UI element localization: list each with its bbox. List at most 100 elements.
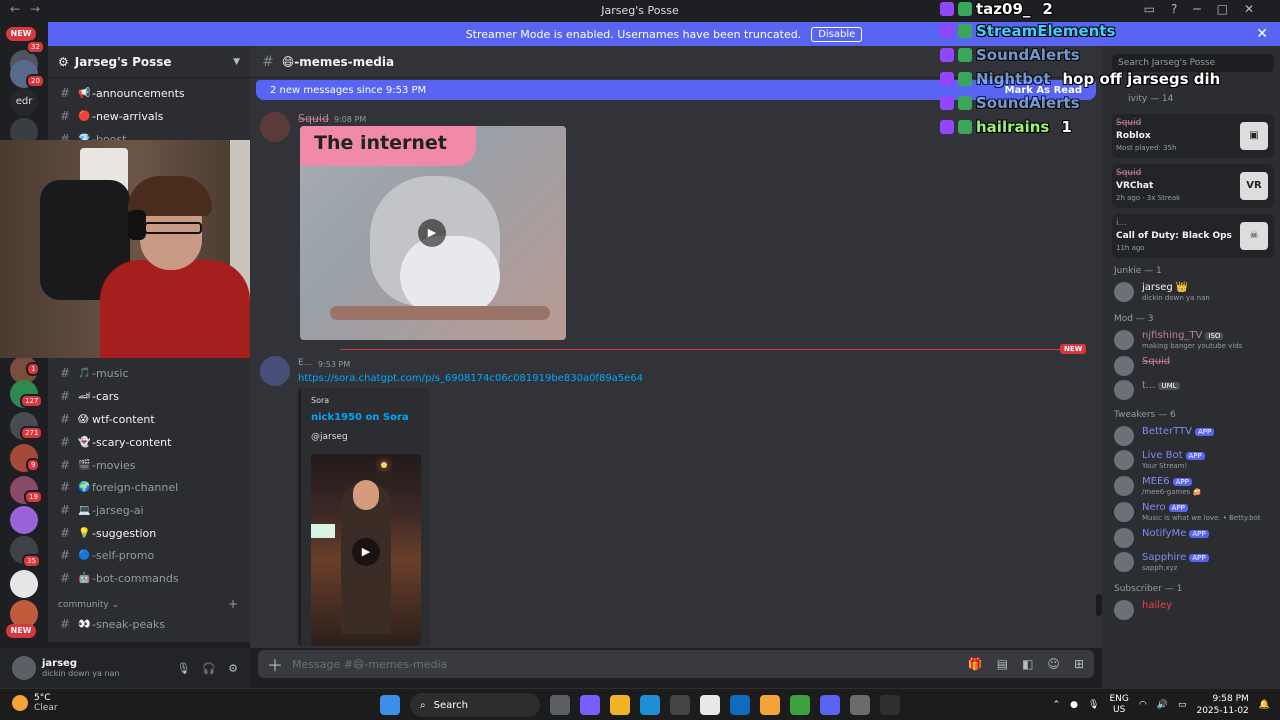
microphone-icon[interactable]: 🎙	[176, 662, 190, 675]
overlay-alert-row: StreamElements	[940, 22, 1127, 40]
channel-item[interactable]: # 💻 -jarseg-ai	[56, 499, 242, 521]
member-item[interactable]: S̶q̶u̶i̶d̶	[1112, 354, 1274, 378]
store-icon[interactable]	[670, 695, 690, 715]
member-status: sapph.xyz	[1142, 564, 1178, 572]
hash-icon: #	[60, 617, 71, 631]
embed-provider: Sora	[311, 396, 330, 405]
weather-widget[interactable]: 5°C Clear	[12, 693, 58, 713]
microphone-icon[interactable]: 🎙	[1088, 700, 1099, 710]
gift-icon[interactable]: 🎁	[968, 657, 983, 671]
activity-card[interactable]: S̶q̶u̶i̶d̶ VRChat 2h ago · 3x Streak VR	[1112, 164, 1274, 208]
channel-item[interactable]: # 📢 -announcements	[56, 82, 242, 104]
xbox-icon[interactable]	[790, 695, 810, 715]
headphones-icon[interactable]: 🎧	[202, 662, 216, 675]
channel-item[interactable]: # 🤖 -bot-commands	[56, 567, 242, 589]
activity-card[interactable]: i... Call of Duty: Black Ops 11h ago ☠	[1112, 214, 1274, 258]
clock[interactable]: 9:58 PM 2025-11-02	[1196, 693, 1248, 717]
overlay-username: SoundAlerts	[976, 94, 1080, 112]
hash-icon: #	[60, 412, 71, 426]
sticker-icon[interactable]: ◧	[1022, 657, 1033, 671]
chevron-up-icon[interactable]: ⌃	[1053, 700, 1061, 710]
channel-emoji: 👀	[78, 618, 91, 630]
member-item[interactable]: t... UML	[1112, 378, 1274, 402]
guild-header[interactable]: ⚙ Jarseg's Posse ▼	[48, 46, 250, 78]
add-channel-icon[interactable]: +	[228, 597, 238, 611]
member-item[interactable]: MEE6 APP/mee6-games 🍰	[1112, 474, 1274, 498]
channel-item[interactable]: # 🌍 foreign-channel	[56, 476, 242, 498]
member-item[interactable]: NotifyMe APP	[1112, 526, 1274, 550]
volume-icon[interactable]: 🔊	[1157, 700, 1168, 710]
category-community[interactable]: community ⌄	[58, 600, 119, 610]
channel-emoji: 💻	[78, 504, 91, 516]
channel-item[interactable]: # 😱 wtf-content	[56, 408, 242, 430]
mention-badge: 271	[20, 426, 44, 440]
member-item[interactable]: BetterTTV APP	[1112, 424, 1274, 448]
edge-icon[interactable]	[640, 695, 660, 715]
app-tag: APP	[1189, 554, 1209, 562]
new-unread-pill[interactable]: NEW	[6, 27, 36, 41]
taskbar-search[interactable]: ⌕ Search	[410, 693, 540, 717]
channel-item[interactable]: # 💡 -suggestion	[56, 522, 242, 544]
category-label: community	[58, 600, 109, 610]
member-item[interactable]: njfishing_TV ISO making banger youtube vid…	[1112, 328, 1274, 352]
member-item[interactable]: Live Bot APP Your Stream!	[1112, 448, 1274, 472]
chrome-icon[interactable]	[700, 695, 720, 715]
message-input[interactable]	[292, 657, 892, 671]
app-icon[interactable]	[850, 695, 870, 715]
discord-icon[interactable]	[820, 695, 840, 715]
play-icon[interactable]: ▶	[418, 219, 446, 247]
language-indicator[interactable]: ENG US	[1109, 694, 1128, 716]
user-info[interactable]: jarseg dickin down ya nan	[42, 658, 120, 678]
channel-emoji: 👻	[78, 436, 91, 448]
channel-item[interactable]: # 🎬 -movies	[56, 454, 242, 476]
task-view-icon[interactable]	[550, 695, 570, 715]
gear-icon[interactable]: ⚙	[228, 662, 238, 675]
gif-icon[interactable]: ▤	[997, 657, 1008, 671]
app-tag: APP	[1168, 504, 1188, 512]
copilot-icon[interactable]	[580, 695, 600, 715]
file-explorer-icon[interactable]	[610, 695, 630, 715]
member-status: dickin down ya nan	[1142, 294, 1210, 302]
server-icon[interactable]	[10, 506, 38, 534]
tray-app-icon[interactable]: ●	[1070, 700, 1078, 710]
battery-icon[interactable]: ▭	[1178, 700, 1187, 710]
avatar[interactable]	[12, 656, 36, 680]
add-attachment-icon[interactable]: ＋	[258, 652, 292, 676]
gif-attachment[interactable]: The internet ▶	[300, 126, 566, 340]
mention-badge: 9	[26, 458, 41, 472]
channel-item[interactable]: # 🏎 -cars	[56, 385, 242, 407]
sora-link[interactable]: https://sora.chatgpt.com/p/s_6908174c06c…	[298, 373, 643, 384]
member-item[interactable]: Nero APP Music is what we love. • Betty.bo…	[1112, 500, 1274, 524]
disable-streamer-mode-button[interactable]: Disable	[811, 26, 863, 42]
apps-icon[interactable]: ⊞	[1074, 657, 1084, 671]
terminal-icon[interactable]	[880, 695, 900, 715]
avatar[interactable]	[260, 356, 290, 386]
windows-start-icon[interactable]	[380, 695, 400, 715]
embed-title[interactable]: nick1950 on Sora	[311, 412, 409, 423]
channel-emoji: 🔵	[78, 549, 91, 561]
new-unread-pill[interactable]: NEW	[6, 624, 36, 638]
outlook-icon[interactable]	[730, 695, 750, 715]
member-item[interactable]: jarseg 👑 dickin down ya nan	[1112, 280, 1274, 304]
emoji-icon[interactable]: ☺	[1047, 657, 1060, 671]
taskbar-apps: ⌕ Search	[380, 693, 900, 717]
channel-item[interactable]: # 👻 -scary-content	[56, 431, 242, 453]
channel-item[interactable]: # 🔴 -new-arrivals	[56, 105, 242, 127]
app-icon[interactable]	[760, 695, 780, 715]
channel-item[interactable]: # 🔵 -self-promo	[56, 544, 242, 566]
message-author[interactable]: E...	[298, 358, 312, 368]
channel-sneak-peaks[interactable]: # 👀 -sneak-peaks	[56, 613, 242, 635]
composer-tools: 🎁 ▤ ◧ ☺ ⊞	[968, 657, 1084, 671]
notification-icon[interactable]: 🔔	[1259, 700, 1270, 710]
server-icon-edr[interactable]: edr	[10, 88, 38, 116]
member-item[interactable]: hailey	[1112, 598, 1274, 622]
server-icon[interactable]	[10, 570, 38, 598]
embed-video-thumbnail[interactable]: ▶	[311, 454, 421, 646]
channel-item[interactable]: # 🎵 -music	[56, 362, 242, 384]
wifi-icon[interactable]: ◠	[1139, 700, 1147, 710]
message-author[interactable]: S̶q̶u̶i̶d̶	[298, 112, 329, 125]
play-icon[interactable]: ▶	[352, 538, 380, 566]
member-item[interactable]: Sapphire APP sapph.xyz	[1112, 550, 1274, 574]
avatar	[1114, 426, 1134, 446]
avatar[interactable]	[260, 112, 290, 142]
